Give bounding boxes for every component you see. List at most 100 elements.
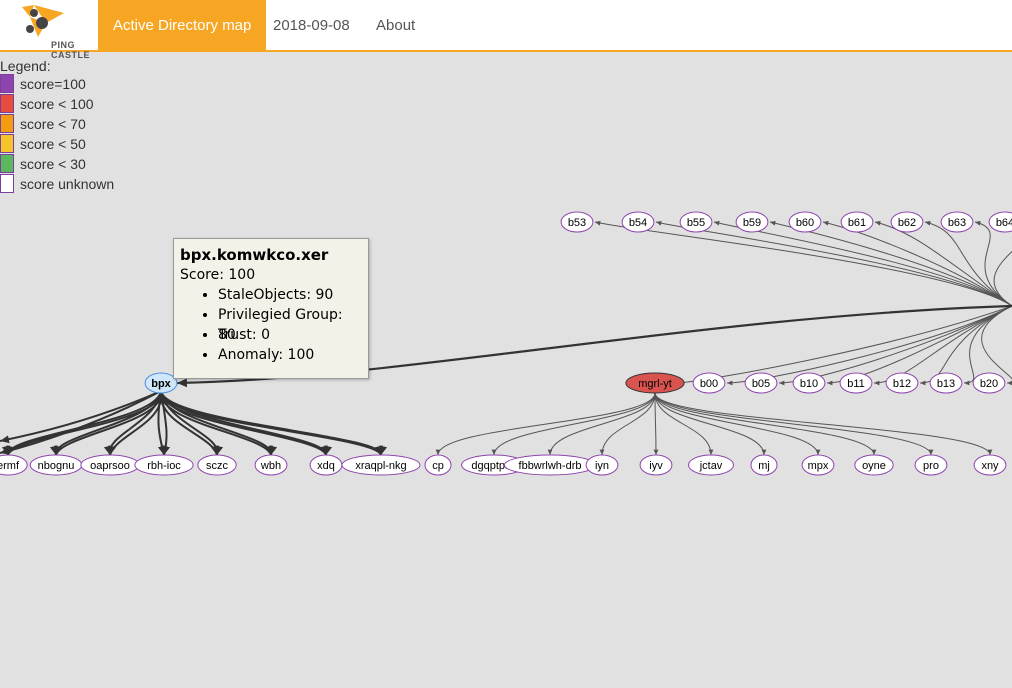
graph-edge [654, 392, 993, 456]
graph-node[interactable]: b12 [885, 372, 919, 394]
graph-edge [654, 392, 877, 456]
graph-node-label: b59 [743, 217, 761, 229]
graph-node-label: oaprsoo [90, 460, 130, 472]
logo-icon [22, 5, 64, 37]
graph-node-label: xraqpl-nkg [355, 460, 406, 472]
graph-node[interactable]: b54 [621, 211, 655, 233]
nav-about-link[interactable]: About [376, 0, 415, 50]
graph-node[interactable]: b63 [940, 211, 974, 233]
graph-edge [726, 305, 1012, 386]
graph-node[interactable]: ermf [0, 454, 28, 476]
graph-node[interactable]: b20 [972, 372, 1006, 394]
graph-node-label: b05 [752, 378, 770, 390]
domain-tooltip: bpx.komwkco.xer Score: 100 StaleObjects:… [173, 238, 369, 379]
graph-node[interactable]: b11 [839, 372, 873, 394]
graph-node-label: b13 [937, 378, 955, 390]
graph-node[interactable]: jctav [688, 454, 734, 476]
graph-node[interactable]: nbognu [29, 454, 83, 476]
graph-node-label: bpx [151, 378, 171, 390]
graph-edge [547, 392, 656, 456]
graph-node-label: b61 [848, 217, 866, 229]
tooltip-details-list: StaleObjects: 90 Privilegied Group: 80 T… [180, 285, 362, 365]
domain-graph[interactable]: b53 b54 b55 b59 b60 b61 b62 b63 b64 b00 b05 b10 b11 b… [0, 52, 1012, 688]
graph-node-label: mpx [808, 460, 829, 472]
graph-node-label: sczc [206, 460, 229, 472]
graph-node[interactable]: wbh [254, 454, 288, 476]
graph-node[interactable]: b10 [792, 372, 826, 394]
graph-node-label: xdq [317, 460, 335, 472]
graph-edge [653, 392, 659, 456]
tooltip-detail-item: StaleObjects: 90 [218, 285, 362, 305]
graph-edge [0, 390, 162, 444]
graph-node[interactable]: b64 [988, 211, 1012, 233]
graph-node[interactable]: oaprsoo [80, 454, 140, 476]
pingcastle-logo[interactable]: PING CASTLE [20, 3, 98, 60]
graph-node[interactable]: xdq [309, 454, 343, 476]
graph-node-label: nbognu [38, 460, 75, 472]
graph-node[interactable]: b00 [692, 372, 726, 394]
graph-edge [159, 390, 383, 456]
graph-node[interactable]: b60 [788, 211, 822, 233]
graph-node[interactable]: sczc [197, 454, 237, 476]
tooltip-detail-item: Anomaly: 100 [218, 345, 362, 365]
graph-node[interactable]: b05 [744, 372, 778, 394]
graph-node[interactable]: cp [424, 454, 452, 476]
graph-node[interactable]: mj [750, 454, 778, 476]
graph-node-label: b10 [800, 378, 818, 390]
graph-node-label: b55 [687, 217, 705, 229]
graph-node[interactable]: fbbwrlwh-drb [503, 454, 597, 476]
tooltip-domain-name: bpx.komwkco.xer [180, 246, 329, 264]
graph-node-label: mj [758, 460, 770, 472]
graph-node-label: b64 [996, 217, 1012, 229]
graph-node[interactable]: rbh-ioc [134, 454, 194, 476]
graph-edge [160, 390, 387, 456]
graph-node[interactable]: b53 [560, 211, 594, 233]
graph-node-label: iyn [595, 460, 609, 472]
graph-edge [655, 220, 1012, 307]
graph-node[interactable]: iyv [639, 454, 673, 476]
graph-edge [654, 392, 934, 456]
graph-node-label: fbbwrlwh-drb [519, 460, 582, 472]
graph-node[interactable]: iyn [585, 454, 619, 476]
nav-tab-ad-map[interactable]: Active Directory map [98, 0, 267, 50]
graph-node-label: b00 [700, 378, 718, 390]
graph-node-label: b62 [898, 217, 916, 229]
graph-node-label: ermf [0, 460, 20, 472]
graph-edge [654, 392, 767, 456]
graph-node-label: b63 [948, 217, 966, 229]
graph-node-label: xny [981, 460, 999, 472]
graph-node[interactable]: b55 [679, 211, 713, 233]
graph-node-label: oyne [862, 460, 886, 472]
graph-node[interactable]: oyne [854, 454, 894, 476]
graph-edges [0, 220, 1012, 456]
tooltip-detail-item: Trust: 0 [218, 325, 362, 345]
graph-node-label: pro [923, 460, 939, 472]
graph-node-label: iyv [649, 460, 663, 472]
graph-node[interactable]: pro [914, 454, 948, 476]
graph-node[interactable]: b59 [735, 211, 769, 233]
nav-date-link[interactable]: 2018-09-08 [273, 0, 350, 50]
graph-node[interactable]: mpx [801, 454, 835, 476]
graph-edge [826, 305, 1012, 386]
graph-node[interactable]: mgrl-yt [625, 372, 685, 394]
tooltip-score: Score: 100 [180, 267, 256, 283]
graph-node-label: b12 [893, 378, 911, 390]
graph-edge [435, 392, 656, 456]
graph-node[interactable]: b62 [890, 211, 924, 233]
graph-node-label: mgrl-yt [638, 378, 672, 390]
graph-node-label: cp [432, 460, 444, 472]
graph-node-label: b11 [847, 378, 865, 390]
graph-edge [769, 220, 1012, 307]
graph-edge [678, 305, 1012, 385]
graph-node[interactable]: xny [973, 454, 1007, 476]
graph-node[interactable]: b13 [929, 372, 963, 394]
graph-node-label: b60 [796, 217, 814, 229]
graph-node[interactable]: b61 [840, 211, 874, 233]
graph-node-label: jctav [699, 460, 723, 472]
graph-nodes: b53 b54 b55 b59 b60 b61 b62 b63 b64 b00 b05 b10 b11 b… [0, 211, 1012, 476]
graph-edge [594, 220, 1012, 307]
graph-edge [491, 392, 656, 456]
graph-node-label: b53 [568, 217, 586, 229]
graph-node[interactable]: xraqpl-nkg [341, 454, 421, 476]
graph-node-label: b20 [980, 378, 998, 390]
